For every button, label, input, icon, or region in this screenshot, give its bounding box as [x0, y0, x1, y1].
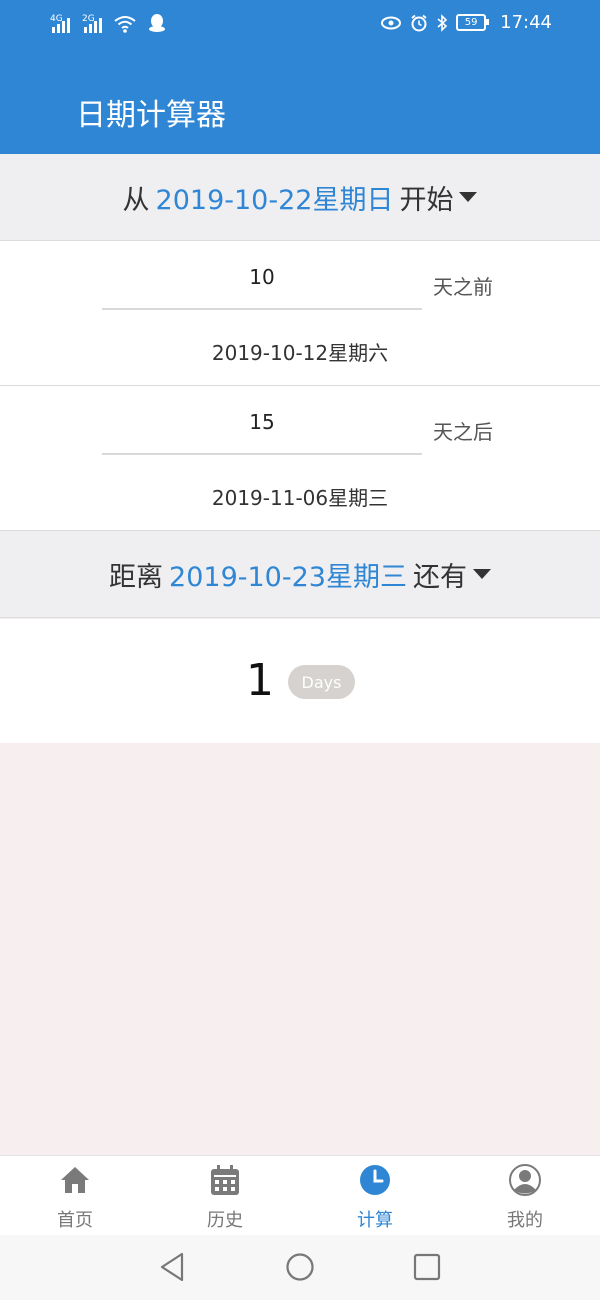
nav-label-home: 首页 — [57, 1210, 93, 1231]
nav-item-calculate[interactable]: 计算 — [300, 1156, 450, 1236]
calendar-icon — [211, 1165, 239, 1195]
days-count: 1 — [246, 655, 274, 706]
signal-icon: 2G — [82, 14, 102, 33]
days-unit-badge: Days — [288, 665, 355, 699]
home-circle-icon[interactable] — [285, 1252, 315, 1282]
start-date[interactable]: 2019-10-22星期日 — [156, 178, 394, 217]
nav-item-history[interactable]: 历史 — [150, 1156, 300, 1236]
nav-item-home[interactable]: 首页 — [0, 1156, 150, 1236]
clock-icon — [360, 1165, 390, 1195]
days-after-result: 2019-11-06星期三 — [211, 486, 389, 510]
user-icon — [509, 1164, 541, 1196]
wifi-icon — [114, 16, 136, 33]
days-remaining-panel: 1 Days — [0, 619, 600, 743]
days-before-result: 2019-10-12星期六 — [211, 341, 389, 365]
days-after-row: 15 天之后 2019-11-06星期三 — [0, 386, 600, 532]
eye-icon — [381, 16, 402, 29]
system-navigation-bar — [0, 1235, 600, 1300]
app-bar: 日期计算器 — [0, 48, 600, 154]
dropdown-arrow-icon[interactable] — [472, 569, 491, 579]
days-before-unit: 天之前 — [433, 275, 493, 299]
input-underline — [102, 308, 422, 310]
recents-icon[interactable] — [413, 1253, 441, 1281]
bottom-navigation: 首页 历史 计算 我的 — [0, 1155, 600, 1236]
alarm-icon — [411, 14, 427, 31]
home-icon — [61, 1167, 89, 1193]
battery-level: 59 — [464, 17, 478, 28]
signal-icon: 4G — [50, 14, 70, 33]
days-before-input[interactable]: 10 — [102, 265, 422, 289]
qq-icon — [149, 14, 165, 32]
page-title: 日期计算器 — [76, 98, 226, 133]
distance-suffix: 还有 — [412, 561, 467, 593]
network-type-label: 4G — [50, 14, 63, 24]
status-left: 4G 2G — [50, 13, 166, 33]
target-date[interactable]: 2019-10-23星期三 — [169, 555, 407, 594]
clock-time: 17:44 — [500, 12, 552, 33]
nav-item-me[interactable]: 我的 — [450, 1156, 600, 1236]
days-before-row: 10 天之前 2019-10-12星期六 — [0, 241, 600, 387]
nav-label-history: 历史 — [207, 1210, 243, 1231]
bluetooth-icon — [437, 13, 448, 32]
status-bar: 4G 2G 59 17:44 — [0, 0, 600, 48]
nav-label-me: 我的 — [507, 1210, 543, 1231]
battery-icon: 59 — [456, 14, 490, 31]
input-underline — [102, 453, 422, 455]
network-type-label: 2G — [82, 14, 95, 24]
target-date-selector[interactable]: 距离 2019-10-23星期三 还有 — [0, 531, 600, 618]
start-suffix: 开始 — [399, 184, 454, 216]
nav-label-calculate: 计算 — [357, 1210, 393, 1231]
status-right: 59 17:44 — [380, 12, 552, 33]
start-date-selector[interactable]: 从 2019-10-22星期日 开始 — [0, 154, 600, 241]
dropdown-arrow-icon[interactable] — [459, 192, 478, 202]
days-after-input[interactable]: 15 — [102, 410, 422, 434]
distance-prefix: 距离 — [109, 561, 164, 593]
start-prefix: 从 — [122, 184, 150, 216]
back-icon[interactable] — [158, 1252, 186, 1282]
days-after-unit: 天之后 — [433, 420, 493, 444]
